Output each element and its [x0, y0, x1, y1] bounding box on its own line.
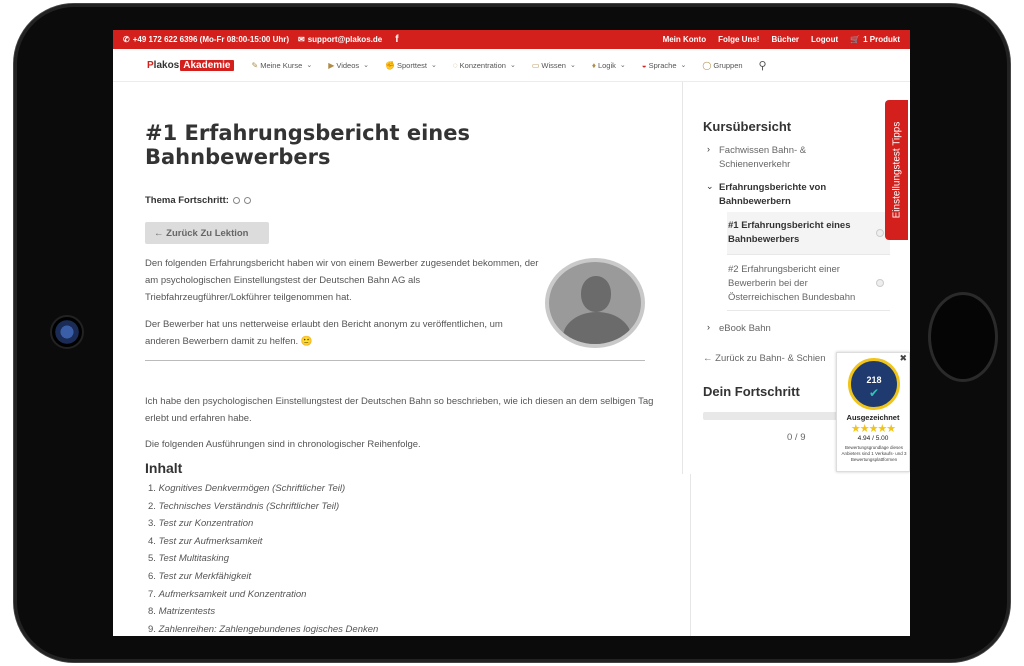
table-of-contents: 1. Kognitives Denkvermögen (Schriftliche…	[148, 480, 378, 636]
chevron-down-icon: ⌄	[680, 62, 687, 69]
nav-item-wissen[interactable]: ▭ Wissen ⌄	[532, 61, 576, 70]
nav-item-gruppen[interactable]: ◯ Gruppen	[702, 61, 742, 70]
progress-heading: Dein Fortschritt	[703, 384, 800, 399]
trusted-shops-badge[interactable]: ✖ 218 ✔ Ausgezeichnet ★★★★★ 4.94 / 5.00 …	[836, 352, 910, 472]
permission-paragraph: Der Bewerber hat uns netterweise erlaubt…	[145, 319, 503, 347]
chevron-down-icon: ⌄	[706, 181, 714, 191]
toc-item[interactable]: 7. Aufmerksamkeit und Konzentration	[148, 586, 378, 604]
book-icon: ▭	[531, 60, 540, 70]
search-icon[interactable]: ⚲	[759, 59, 767, 72]
chevron-down-icon: ⌄	[306, 62, 313, 69]
toc-item[interactable]: 9. Zahlenreihen: Zahlengebundenes logisc…	[148, 621, 378, 636]
toc-item[interactable]: 3. Test zur Konzentration	[148, 515, 378, 533]
einstellungstest-tipps-tab[interactable]: Einstellungstest Tipps	[885, 100, 908, 240]
chevron-down-icon: ⌄	[431, 62, 437, 69]
cart-icon: 🛒	[850, 35, 861, 44]
chevron-down-icon: ⌄	[569, 62, 576, 69]
link-buecher[interactable]: Bücher	[771, 35, 799, 44]
sidebar-title: Kursübersicht	[703, 119, 792, 134]
chevron-right-icon: ›	[707, 322, 710, 332]
chat-icon: ◯	[702, 60, 712, 70]
video-icon: ▶	[328, 60, 335, 70]
chevron-down-icon: ⌄	[619, 62, 626, 69]
lesson-content: #1 Erfahrungsbericht eines Bahnbewerbers…	[113, 82, 683, 636]
anonymous-avatar	[545, 258, 645, 348]
cart-link[interactable]: 🛒 1 Produkt	[850, 35, 900, 44]
facebook-icon[interactable]: f	[395, 34, 398, 45]
sidebar-subitem-2[interactable]: #2 Erfahrungsbericht einer Bewerberin be…	[728, 263, 873, 305]
progress-step-icon	[232, 197, 240, 204]
toc-item[interactable]: 2. Technisches Verständnis (Schriftliche…	[148, 498, 378, 516]
nav-item-konzentration[interactable]: ◌ Konzentration ⌄	[453, 61, 516, 70]
mail-icon: ✉	[298, 35, 305, 44]
site-logo[interactable]: Plakos Akademie	[147, 59, 234, 71]
link-logout[interactable]: Logout	[811, 35, 838, 44]
tablet-camera-icon	[50, 315, 84, 349]
link-folge-uns[interactable]: Folge Uns!	[718, 35, 759, 44]
sidebar-divider	[690, 474, 691, 636]
progress-step-icon	[243, 197, 251, 204]
avatar-head	[581, 276, 611, 312]
progress-count: 0 / 9	[787, 432, 806, 443]
toc-item[interactable]: 4. Test zur Aufmerksamkeit	[148, 533, 378, 551]
check-icon	[876, 229, 884, 237]
toc-item[interactable]: 6. Test zur Merkfähigkeit	[148, 568, 378, 586]
browser-screen: ✆ +49 172 622 6396 (Mo-Fr 08:00-15:00 Uhr…	[113, 30, 910, 636]
courses-icon: ✎	[251, 60, 259, 70]
nav-item-sporttest[interactable]: ✊ Sporttest ⌄	[385, 61, 437, 70]
sport-icon: ✊	[385, 60, 395, 70]
toc-item[interactable]: 5. Test Multitasking	[148, 550, 378, 568]
divider	[145, 360, 645, 361]
chevron-right-icon: ›	[707, 144, 710, 154]
check-icon	[876, 279, 884, 287]
nav-item-logik[interactable]: ♦ Logik ⌄	[592, 61, 626, 70]
sidebar-item-ebook[interactable]: eBook Bahn	[719, 322, 819, 336]
phone-link[interactable]: ✆ +49 172 622 6396 (Mo-Fr 08:00-15:00 Uhr…	[123, 35, 289, 44]
email-link[interactable]: ✉ support@plakos.de	[298, 35, 382, 44]
nav-item-videos[interactable]: ▶ Videos ⌄	[328, 61, 369, 70]
divider	[727, 254, 890, 255]
divider	[727, 310, 890, 311]
trust-seal-icon: 218 ✔	[848, 358, 900, 410]
toc-item[interactable]: 1. Kognitives Denkvermögen (Schriftliche…	[148, 480, 378, 498]
chevron-down-icon: ⌄	[363, 62, 370, 69]
check-icon: ✔	[868, 386, 880, 400]
topic-progress: Thema Fortschritt:	[145, 195, 251, 206]
report-paragraph: Ich habe den psychologischen Einstellung…	[145, 396, 654, 424]
nav-item-sprache[interactable]: ◒ Sprache ⌄	[642, 61, 687, 70]
course-progress-bar	[703, 412, 843, 420]
tablet-home-button[interactable]	[928, 292, 998, 382]
focus-icon: ◌	[452, 60, 458, 70]
top-contact-bar: ✆ +49 172 622 6396 (Mo-Fr 08:00-15:00 Uhr…	[113, 30, 910, 49]
bulb-icon: ♦	[591, 60, 596, 70]
nav-item-meine-kurse[interactable]: ✎ Meine Kurse ⌄	[252, 61, 313, 70]
sidebar-subitem-1[interactable]: #1 Erfahrungsbericht eines Bahnbewerbers	[728, 219, 873, 247]
avatar-body	[563, 312, 631, 344]
rating-stars: ★★★★★	[850, 423, 896, 435]
intro-paragraph: Den folgenden Erfahrungsbericht haben wi…	[145, 258, 539, 303]
link-mein-konto[interactable]: Mein Konto	[663, 35, 707, 44]
page-title: #1 Erfahrungsbericht eines Bahnbewerbers	[145, 121, 470, 169]
main-navigation: Plakos Akademie ✎ Meine Kurse ⌄ ▶ Videos ⌄ ✊ S…	[113, 49, 910, 82]
phone-icon: ✆	[123, 35, 130, 44]
toc-heading: Inhalt	[145, 460, 183, 476]
order-paragraph: Die folgenden Ausführungen sind in chron…	[145, 439, 421, 450]
back-to-course-link[interactable]: ← Zurück zu Bahn- & Schien	[703, 353, 826, 364]
sidebar-item-erfahrungsberichte[interactable]: Erfahrungsberichte von Bahnbewerbern	[719, 181, 859, 209]
sidebar-divider	[682, 82, 683, 474]
back-to-lesson-button[interactable]: ← Zurück Zu Lektion	[145, 222, 269, 244]
chevron-down-icon: ⌄	[509, 62, 516, 69]
close-icon[interactable]: ✖	[899, 353, 907, 364]
toc-item[interactable]: 8. Matrizentests	[148, 603, 378, 621]
lips-icon: ◒	[641, 60, 647, 70]
sidebar-item-fachwissen[interactable]: Fachwissen Bahn- & Schienenverkehr	[719, 144, 829, 172]
